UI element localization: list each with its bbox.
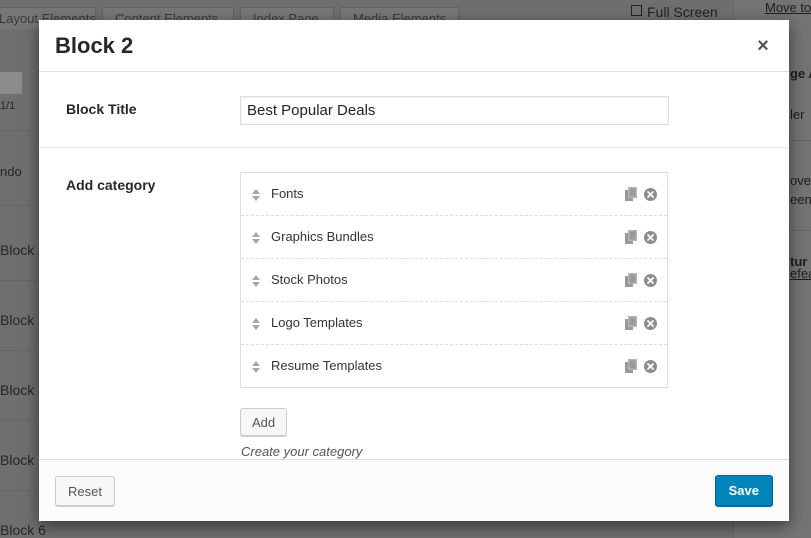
drag-handle-icon[interactable] bbox=[252, 274, 260, 287]
duplicate-icon[interactable] bbox=[625, 316, 637, 330]
bg-divider bbox=[0, 280, 38, 281]
category-item: Graphics Bundles bbox=[241, 216, 667, 259]
remove-circle-icon[interactable] bbox=[644, 360, 657, 373]
bg-side-text: een bbox=[790, 192, 811, 207]
block-title-row: Block Title bbox=[39, 72, 789, 148]
remove-circle-icon[interactable] bbox=[644, 317, 657, 330]
category-item: Resume Templates bbox=[241, 345, 667, 387]
bg-divider bbox=[0, 130, 38, 131]
bg-divider bbox=[0, 350, 38, 351]
bg-block-label: Block 6 bbox=[0, 522, 46, 538]
category-item: Logo Templates bbox=[241, 302, 667, 345]
close-icon[interactable]: × bbox=[753, 35, 773, 57]
add-category-button[interactable]: Add bbox=[240, 408, 288, 436]
category-help-text: Create your category bbox=[241, 444, 363, 459]
bg-side-text: oved h bbox=[790, 173, 811, 188]
drag-handle-icon[interactable] bbox=[252, 317, 260, 330]
category-item-label[interactable]: Fonts bbox=[271, 186, 304, 201]
save-button[interactable]: Save bbox=[714, 475, 773, 506]
bg-divider bbox=[0, 490, 38, 491]
category-label: Add category bbox=[66, 177, 156, 193]
bg-side-text: ler bbox=[790, 107, 805, 122]
bg-left-pager: 1/1 bbox=[0, 100, 16, 112]
modal-body: Block Title Add category Fonts Graphics B… bbox=[39, 72, 789, 459]
category-item: Stock Photos bbox=[241, 259, 667, 302]
remove-circle-icon[interactable] bbox=[644, 274, 657, 287]
modal-title: Block 2 bbox=[55, 33, 134, 58]
block-title-input[interactable] bbox=[240, 96, 669, 125]
category-item-label[interactable]: Graphics Bundles bbox=[271, 229, 374, 244]
duplicate-icon[interactable] bbox=[625, 230, 637, 244]
bg-side-heading: ge A bbox=[790, 66, 811, 81]
bg-fullscreen-link: Full Screen bbox=[631, 4, 718, 20]
bg-left-text: ndo bbox=[0, 164, 22, 179]
category-item-label[interactable]: Logo Templates bbox=[271, 315, 363, 330]
reset-button[interactable]: Reset bbox=[55, 476, 115, 506]
remove-circle-icon[interactable] bbox=[644, 231, 657, 244]
bg-left-box bbox=[0, 72, 22, 94]
remove-circle-icon[interactable] bbox=[644, 188, 657, 201]
bg-divider bbox=[789, 230, 811, 231]
modal-footer: Reset Save bbox=[39, 459, 789, 521]
bg-side-link: efea bbox=[790, 266, 811, 281]
modal-header: Block 2 × bbox=[39, 20, 789, 72]
bg-divider bbox=[0, 205, 38, 206]
block-settings-modal: Block 2 × Block Title Add category Fonts… bbox=[39, 20, 789, 521]
category-row: Add category Fonts Graphics Bundles Stock … bbox=[39, 148, 789, 459]
duplicate-icon[interactable] bbox=[625, 273, 637, 287]
duplicate-icon[interactable] bbox=[625, 359, 637, 373]
block-title-label: Block Title bbox=[66, 101, 137, 117]
drag-handle-icon[interactable] bbox=[252, 231, 260, 244]
bg-divider bbox=[0, 420, 38, 421]
drag-handle-icon[interactable] bbox=[252, 188, 260, 201]
category-item-label[interactable]: Resume Templates bbox=[271, 358, 382, 373]
duplicate-icon[interactable] bbox=[625, 187, 637, 201]
drag-handle-icon[interactable] bbox=[252, 360, 260, 373]
bg-divider bbox=[789, 140, 811, 141]
category-item-label[interactable]: Stock Photos bbox=[271, 272, 348, 287]
bg-side-link: Move to bbox=[765, 0, 811, 15]
fullscreen-icon bbox=[631, 5, 642, 16]
category-item: Fonts bbox=[241, 173, 667, 216]
category-list: Fonts Graphics Bundles Stock Photos Logo Te… bbox=[240, 172, 668, 388]
